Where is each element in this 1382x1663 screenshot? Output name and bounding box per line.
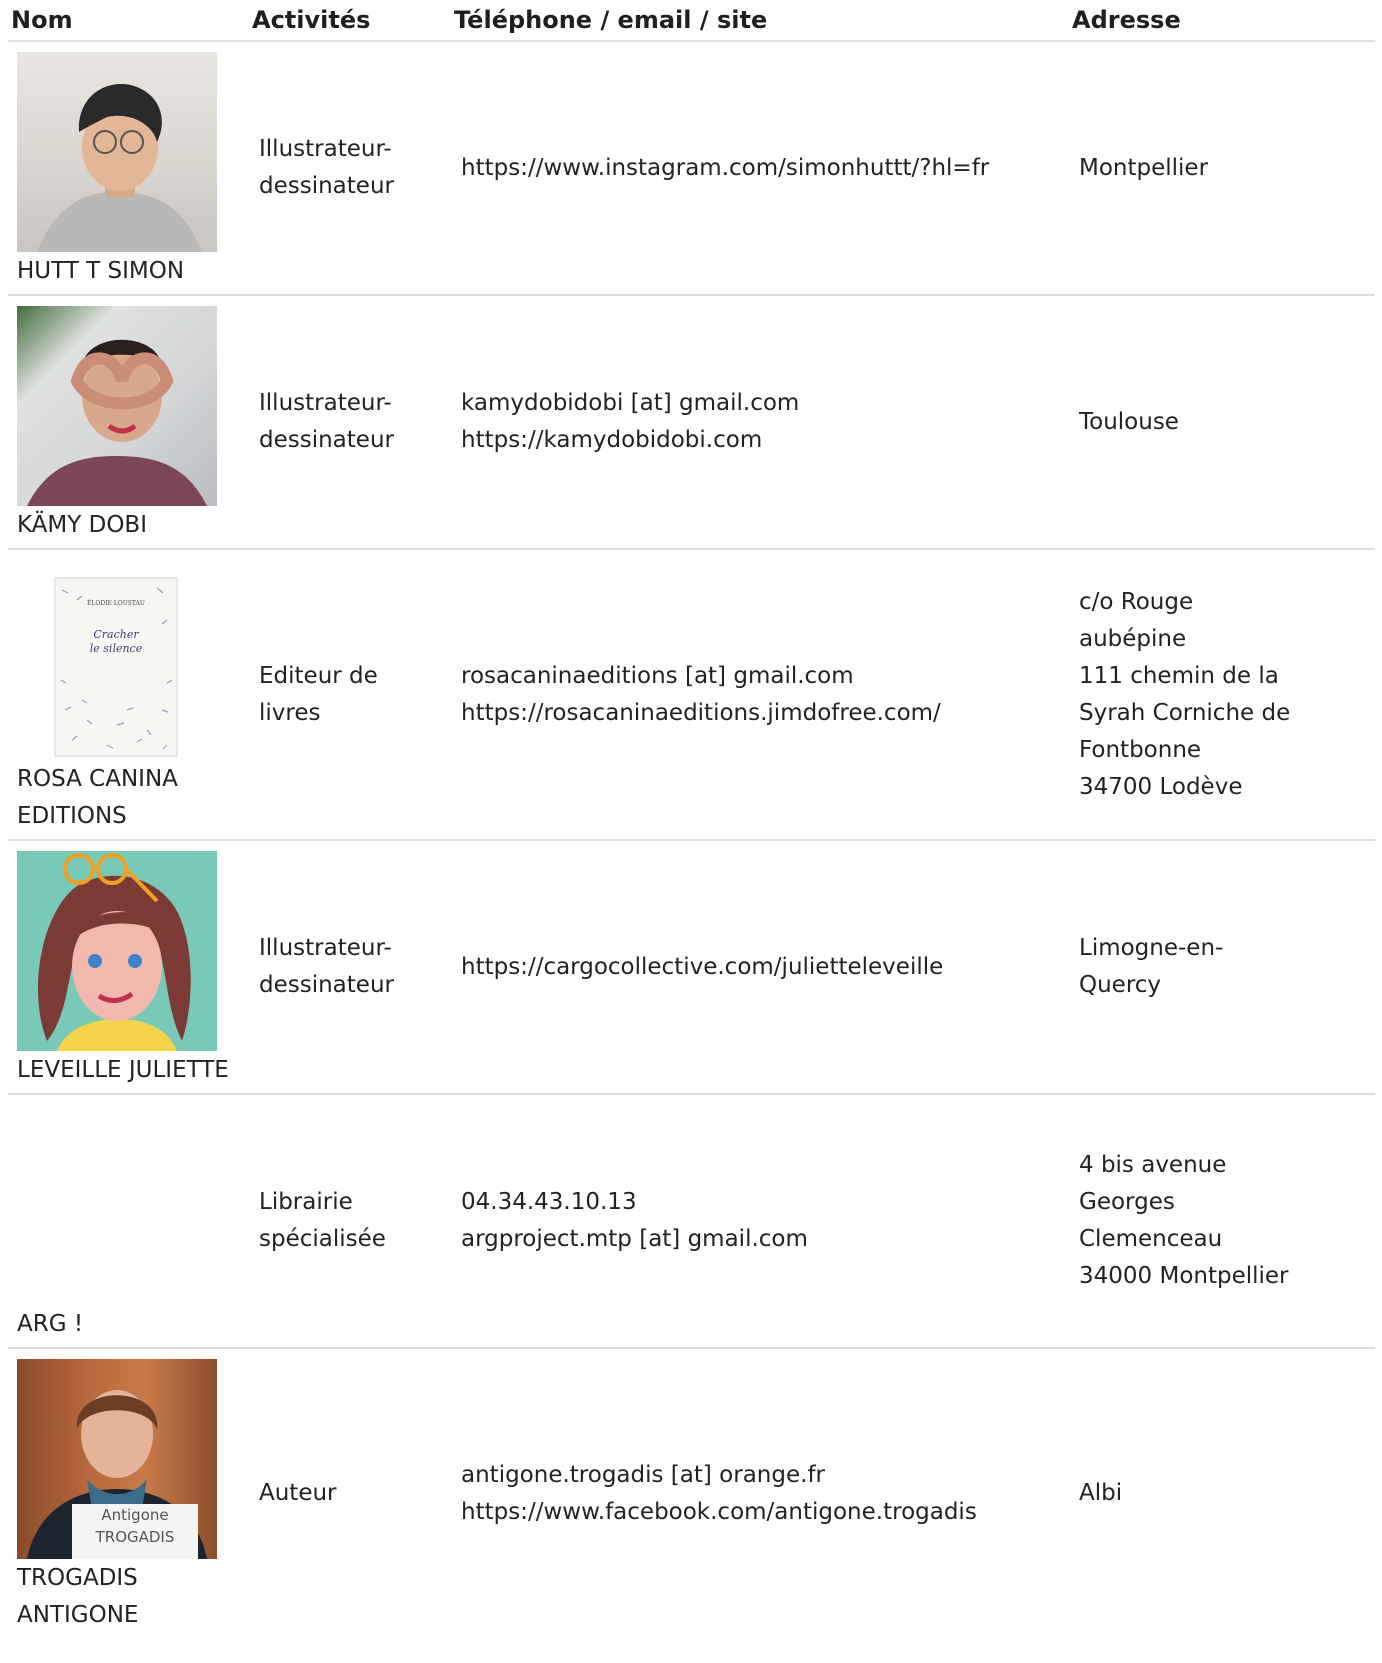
avatar xyxy=(17,52,217,252)
address-cell: c/o Rouge aubépine 111 chemin de la Syra… xyxy=(1069,549,1375,841)
directory-table: Nom Activités Téléphone / email / site A… xyxy=(8,0,1375,1638)
contact-email[interactable]: kamydobidobi [at] gmail.com xyxy=(461,385,1069,422)
address-line: Clemenceau xyxy=(1079,1226,1223,1252)
book-cover-image: ÉLODIE LOUSTAU Cracher le silence xyxy=(17,560,217,760)
address-line: Albi xyxy=(1079,1480,1123,1506)
table-header-row: Nom Activités Téléphone / email / site A… xyxy=(8,0,1375,42)
name-cell: Antigone TROGADIS TROGADIS ANTIGONE xyxy=(8,1348,249,1638)
name-line: EDITIONS xyxy=(17,803,127,829)
table-row: LEVEILLE JULIETTE Illustrateur- dessinat… xyxy=(8,840,1375,1095)
address-line: 111 chemin de la xyxy=(1079,662,1279,689)
cover-author: ÉLODIE LOUSTAU xyxy=(87,599,145,607)
contact-link[interactable]: https://cargocollective.com/julietteleve… xyxy=(461,949,1069,986)
name-card: Antigone TROGADIS xyxy=(72,1504,198,1559)
contact-link[interactable]: https://www.instagram.com/simonhuttt/?hl… xyxy=(461,150,1069,187)
activity-line: Editeur de xyxy=(259,662,378,689)
header-activites: Activités xyxy=(249,0,451,42)
address-line: 34700 Lodève xyxy=(1079,773,1243,800)
activity-cell: Editeur de livres xyxy=(249,549,451,841)
address-line: Limogne-en- xyxy=(1079,935,1224,961)
address-cell: Montpellier xyxy=(1069,41,1375,296)
name-line: ANTIGONE xyxy=(17,1602,139,1628)
contact-cell: kamydobidobi [at] gmail.com https://kamy… xyxy=(451,295,1069,550)
activity-line: Illustrateur- xyxy=(259,136,392,162)
address-line: Fontbonne xyxy=(1079,736,1202,763)
address-line: Toulouse xyxy=(1079,408,1179,435)
address-line: 4 bis avenue xyxy=(1079,1152,1227,1178)
table-row: HUTT T SIMON Illustrateur- dessinateur h… xyxy=(8,41,1375,296)
contact-email[interactable]: antigone.trogadis [at] orange.fr xyxy=(461,1457,1069,1494)
contact-email[interactable]: rosacaninaeditions [at] gmail.com xyxy=(461,658,1069,695)
activity-cell: Illustrateur- dessinateur xyxy=(249,295,451,550)
activity-line: Librairie xyxy=(259,1189,353,1215)
activity-line: livres xyxy=(259,699,321,726)
table-row: Antigone TROGADIS TROGADIS ANTIGONE Aute… xyxy=(8,1348,1375,1638)
header-nom: Nom xyxy=(8,0,249,42)
address-cell: Limogne-en- Quercy xyxy=(1069,840,1375,1095)
name-line: LEVEILLE JULIETTE xyxy=(17,1057,229,1083)
address-line: Georges xyxy=(1079,1189,1175,1215)
contact-cell: rosacaninaeditions [at] gmail.com https:… xyxy=(451,549,1069,841)
cover-title-2: le silence xyxy=(90,642,143,655)
contact-cell: https://www.instagram.com/simonhuttt/?hl… xyxy=(451,41,1069,296)
name-cell: ARG ! xyxy=(8,1094,249,1349)
name-cell: HUTT T SIMON xyxy=(8,41,249,296)
address-line: c/o Rouge xyxy=(1079,588,1194,615)
header-contact: Téléphone / email / site xyxy=(451,0,1069,42)
address-cell: Toulouse xyxy=(1069,295,1375,550)
name-line: TROGADIS xyxy=(17,1565,138,1591)
name-line: HUTT T SIMON xyxy=(17,258,185,284)
contact-cell: https://cargocollective.com/julietteleve… xyxy=(451,840,1069,1095)
contact-link[interactable]: https://kamydobidobi.com xyxy=(461,422,1069,459)
contact-cell: 04.34.43.10.13 argproject.mtp [at] gmail… xyxy=(451,1094,1069,1349)
activity-line: dessinateur xyxy=(259,173,394,199)
card-line: Antigone xyxy=(101,1506,169,1524)
avatar xyxy=(17,851,217,1051)
activity-line: spécialisée xyxy=(259,1226,386,1252)
avatar xyxy=(17,306,217,506)
contact-phone[interactable]: 04.34.43.10.13 xyxy=(461,1184,1069,1221)
cover-title-1: Cracher xyxy=(93,628,139,641)
name-cell: ÉLODIE LOUSTAU Cracher le silence ROSA C… xyxy=(8,549,249,841)
activity-cell: Auteur xyxy=(249,1348,451,1638)
address-line: Syrah Corniche de xyxy=(1079,699,1291,726)
name-line: ROSA CANINA xyxy=(17,766,178,792)
name-line: ARG ! xyxy=(17,1311,84,1337)
activity-cell: Illustrateur- dessinateur xyxy=(249,840,451,1095)
table-row: ARG ! Librairie spécialisée 04.34.43.10.… xyxy=(8,1094,1375,1349)
activity-line: Illustrateur- xyxy=(259,390,392,416)
activity-cell: Illustrateur- dessinateur xyxy=(249,41,451,296)
address-line: Quercy xyxy=(1079,972,1162,998)
table-row: KÄMY DOBI Illustrateur- dessinateur kamy… xyxy=(8,295,1375,550)
name-cell: LEVEILLE JULIETTE xyxy=(8,840,249,1095)
contact-email[interactable]: argproject.mtp [at] gmail.com xyxy=(461,1221,1069,1258)
activity-line: dessinateur xyxy=(259,972,394,998)
contact-cell: antigone.trogadis [at] orange.fr https:/… xyxy=(451,1348,1069,1638)
name-line: KÄMY DOBI xyxy=(17,512,147,538)
table-row: ÉLODIE LOUSTAU Cracher le silence ROSA C… xyxy=(8,549,1375,841)
contact-link[interactable]: https://rosacaninaeditions.jimdofree.com… xyxy=(461,695,1069,732)
address-cell: Albi xyxy=(1069,1348,1375,1638)
card-line: TROGADIS xyxy=(95,1528,175,1546)
activity-line: dessinateur xyxy=(259,427,394,453)
activity-line: Illustrateur- xyxy=(259,935,392,961)
address-line: aubépine xyxy=(1079,625,1187,652)
name-cell: KÄMY DOBI xyxy=(8,295,249,550)
address-line: 34000 Montpellier xyxy=(1079,1263,1289,1289)
activity-cell: Librairie spécialisée xyxy=(249,1094,451,1349)
address-cell: 4 bis avenue Georges Clemenceau 34000 Mo… xyxy=(1069,1094,1375,1349)
address-line: Montpellier xyxy=(1079,154,1209,181)
empty-image xyxy=(17,1105,217,1305)
header-adresse: Adresse xyxy=(1069,0,1375,42)
contact-link[interactable]: https://www.facebook.com/antigone.trogad… xyxy=(461,1494,1069,1531)
activity-line: Auteur xyxy=(259,1480,337,1506)
avatar: Antigone TROGADIS xyxy=(17,1359,217,1559)
